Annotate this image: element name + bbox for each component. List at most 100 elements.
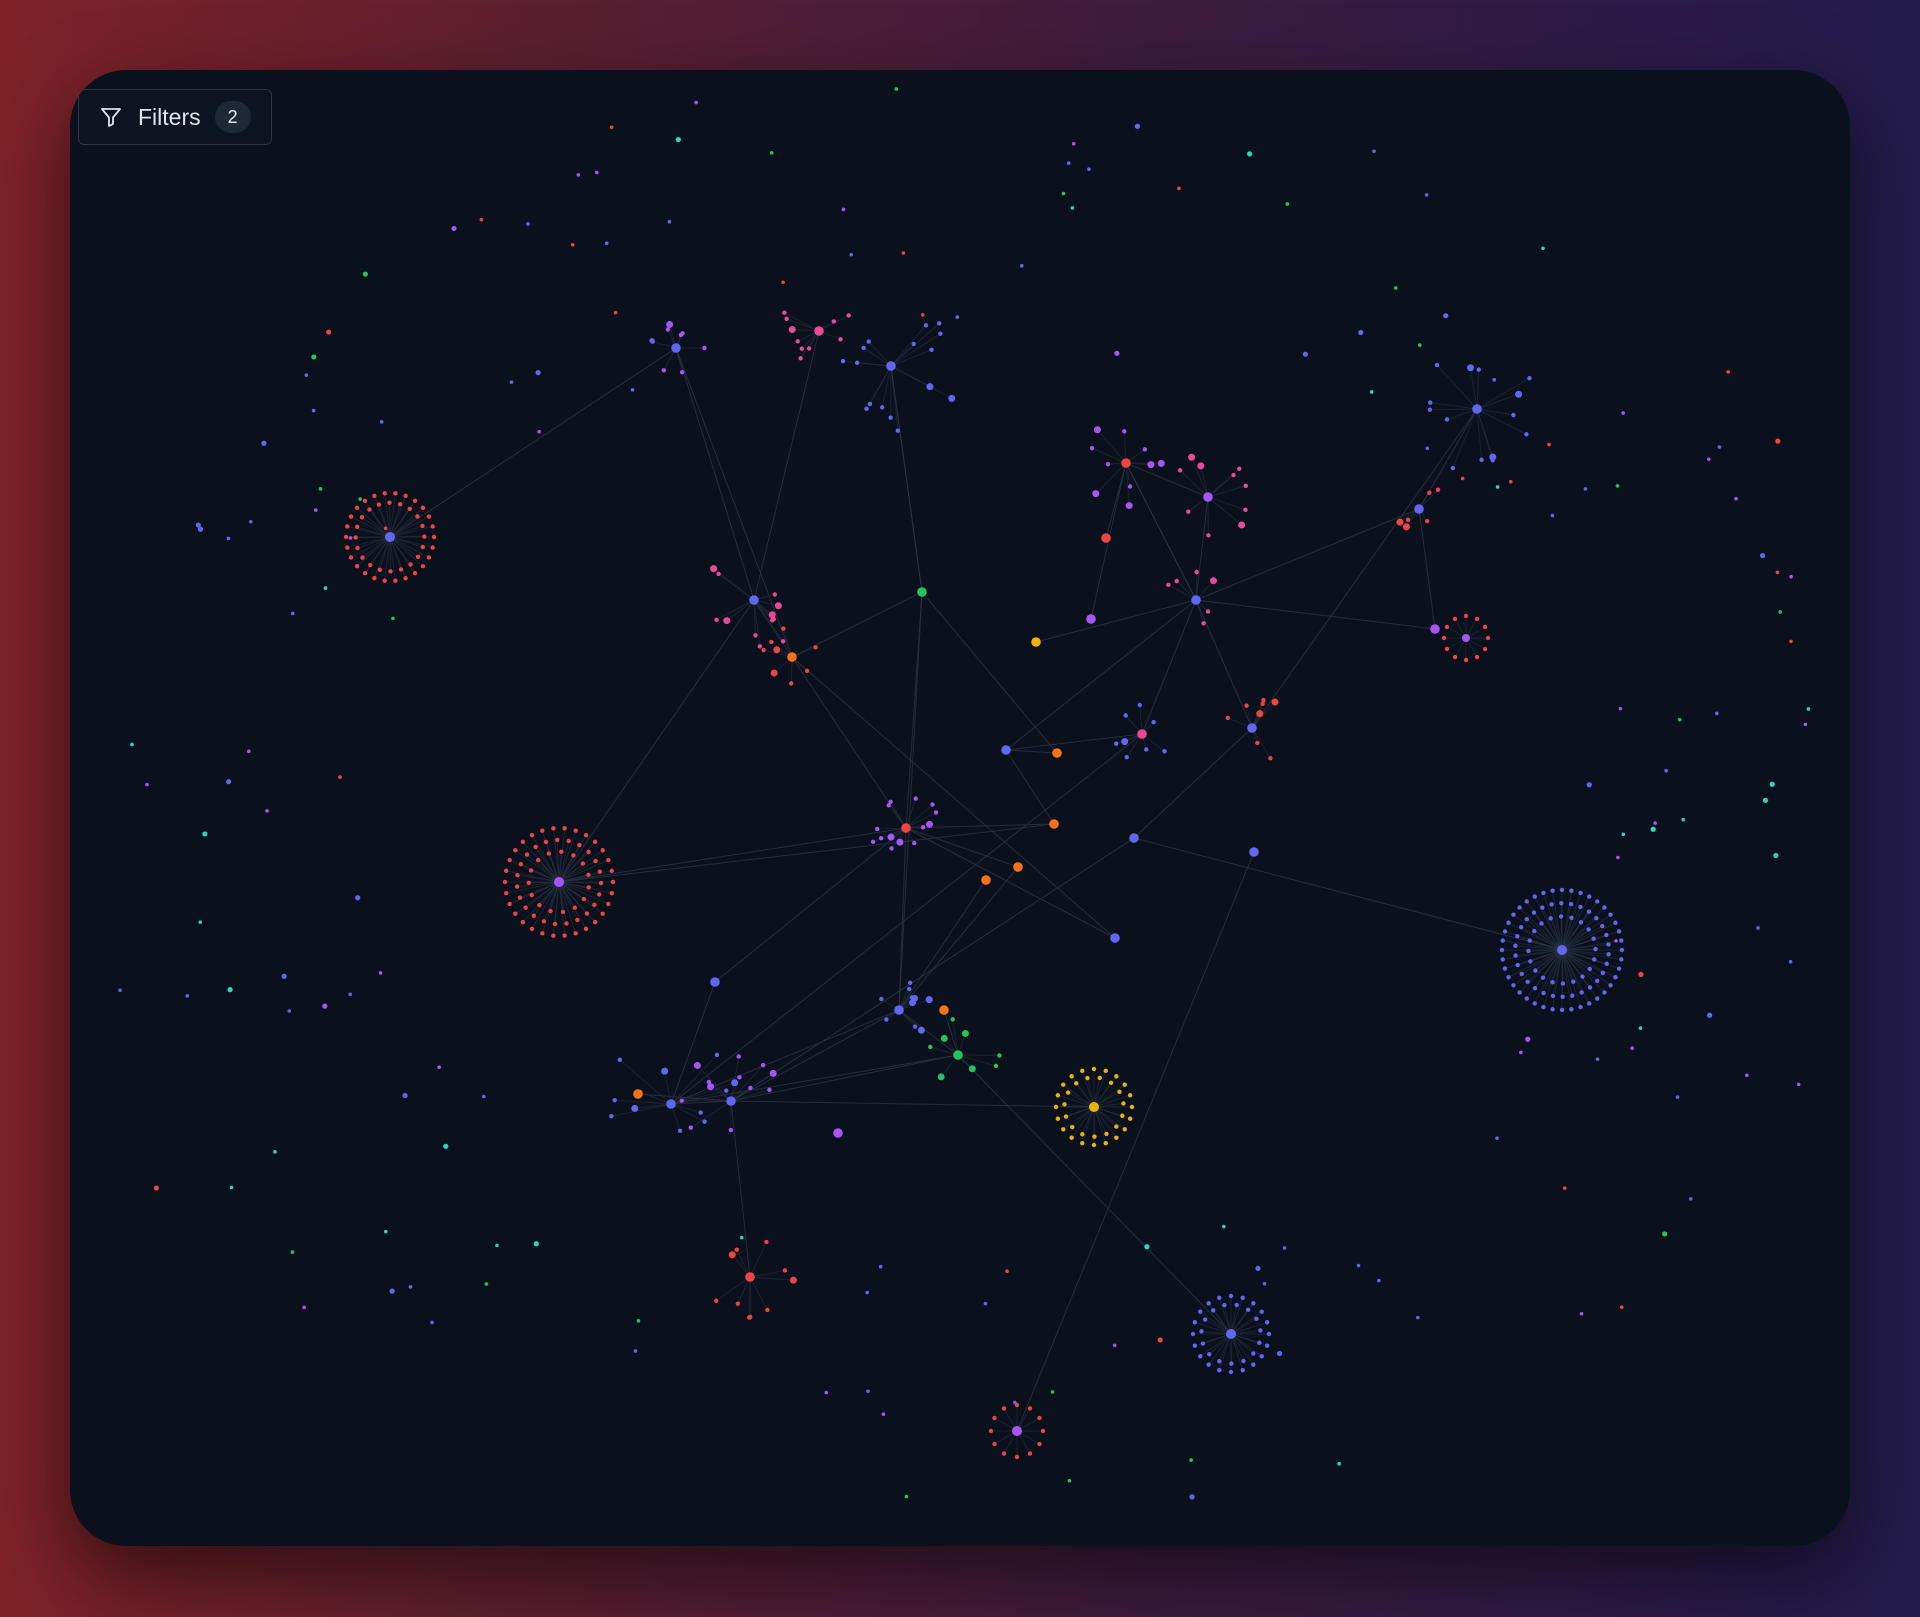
graph-node[interactable] [1707, 457, 1711, 461]
graph-node[interactable] [1789, 639, 1793, 644]
graph-node[interactable] [814, 326, 824, 336]
graph-node[interactable] [518, 861, 524, 867]
graph-node[interactable] [529, 833, 535, 838]
graph-node[interactable] [878, 836, 884, 841]
graph-node[interactable] [671, 343, 681, 353]
graph-node[interactable] [770, 669, 778, 677]
graph-node[interactable] [495, 1243, 499, 1248]
graph-node[interactable] [1608, 983, 1613, 988]
graph-node[interactable] [798, 356, 803, 361]
graph-node[interactable] [1282, 1246, 1287, 1250]
graph-node[interactable] [1526, 948, 1531, 954]
graph-node[interactable] [1260, 701, 1265, 707]
graph-node[interactable] [586, 885, 591, 890]
graph-node[interactable] [1092, 490, 1100, 498]
graph-node[interactable] [1462, 634, 1470, 642]
graph-node[interactable] [1014, 1454, 1020, 1460]
graph-node[interactable] [1479, 457, 1484, 463]
graph-node[interactable] [313, 508, 318, 512]
graph-node[interactable] [1238, 521, 1246, 529]
graph-node[interactable] [281, 973, 287, 979]
graph-node[interactable] [1019, 264, 1024, 268]
graph-node[interactable] [1061, 1082, 1066, 1087]
graph-node[interactable] [1037, 1441, 1042, 1447]
graph-node[interactable] [1040, 1428, 1046, 1434]
graph-node[interactable] [1773, 852, 1779, 859]
graph-node[interactable] [1050, 1390, 1055, 1394]
graph-node[interactable] [694, 100, 698, 105]
graph-node[interactable] [1591, 936, 1596, 941]
graph-node[interactable] [372, 493, 377, 499]
graph-node[interactable] [1207, 1351, 1212, 1357]
graph-node[interactable] [1217, 1367, 1222, 1373]
graph-node[interactable] [1541, 990, 1546, 996]
graph-node[interactable] [789, 1276, 797, 1284]
graph-node[interactable] [408, 562, 413, 567]
graph-node[interactable] [1476, 367, 1481, 372]
graph-node[interactable] [1424, 193, 1429, 197]
graph-node[interactable] [130, 742, 134, 747]
graph-node[interactable] [926, 383, 934, 391]
graph-node[interactable] [372, 575, 377, 581]
graph-node[interactable] [551, 933, 556, 938]
graph-node[interactable] [938, 331, 943, 336]
graph-node[interactable] [354, 563, 360, 569]
graph-node[interactable] [1608, 912, 1613, 917]
graph-node[interactable] [1500, 938, 1505, 943]
graph-node[interactable] [710, 977, 720, 987]
graph-node[interactable] [824, 1390, 829, 1395]
graph-node[interactable] [613, 310, 618, 315]
graph-node[interactable] [1101, 533, 1111, 543]
graph-node[interactable] [784, 316, 789, 322]
graph-node[interactable] [1550, 993, 1556, 999]
graph-node[interactable] [443, 1143, 449, 1149]
graph-node[interactable] [661, 368, 667, 373]
graph-node[interactable] [879, 996, 884, 1002]
graph-node[interactable] [894, 87, 899, 91]
graph-node[interactable] [1240, 1367, 1245, 1373]
graph-node[interactable] [782, 310, 787, 315]
graph-node[interactable] [675, 136, 681, 143]
graph-node[interactable] [185, 994, 190, 998]
graph-node[interactable] [866, 339, 871, 344]
graph-node[interactable] [420, 505, 426, 511]
graph-node[interactable] [1255, 740, 1260, 746]
graph-node[interactable] [1506, 975, 1511, 980]
graph-node[interactable] [1256, 710, 1264, 718]
graph-node[interactable] [1192, 1320, 1198, 1325]
graph-node[interactable] [1583, 487, 1588, 491]
graph-node[interactable] [1065, 1090, 1071, 1095]
graph-node[interactable] [961, 1029, 969, 1037]
graph-node[interactable] [1515, 962, 1520, 968]
graph-node[interactable] [1586, 927, 1591, 932]
graph-node[interactable] [1525, 1036, 1531, 1042]
graph-node[interactable] [1261, 697, 1266, 703]
graph-node[interactable] [540, 828, 545, 833]
graph-node[interactable] [1502, 929, 1508, 934]
graph-node[interactable] [382, 491, 387, 496]
graph-node[interactable] [769, 151, 774, 155]
graph-node[interactable] [422, 534, 427, 539]
graph-node[interactable] [1594, 915, 1599, 921]
graph-node[interactable] [1222, 1224, 1226, 1229]
graph-node[interactable] [884, 1017, 889, 1022]
graph-node[interactable] [600, 848, 605, 853]
graph-node[interactable] [1519, 971, 1525, 977]
graph-node[interactable] [562, 933, 567, 938]
graph-node[interactable] [609, 868, 615, 873]
graph-node[interactable] [1258, 1328, 1263, 1333]
graph-node[interactable] [1199, 1329, 1204, 1334]
graph-node[interactable] [261, 440, 267, 446]
graph-node[interactable] [1745, 1073, 1749, 1078]
graph-node[interactable] [1540, 975, 1546, 980]
graph-node[interactable] [865, 1290, 869, 1295]
graph-node[interactable] [528, 868, 534, 873]
graph-node[interactable] [524, 852, 530, 857]
graph-node[interactable] [1240, 1295, 1245, 1301]
graph-node[interactable] [866, 1389, 870, 1394]
graph-node[interactable] [1579, 990, 1584, 995]
graph-node[interactable] [1337, 1461, 1341, 1466]
graph-node[interactable] [1560, 981, 1566, 986]
graph-node[interactable] [1264, 1320, 1270, 1325]
graph-node[interactable] [551, 826, 556, 831]
